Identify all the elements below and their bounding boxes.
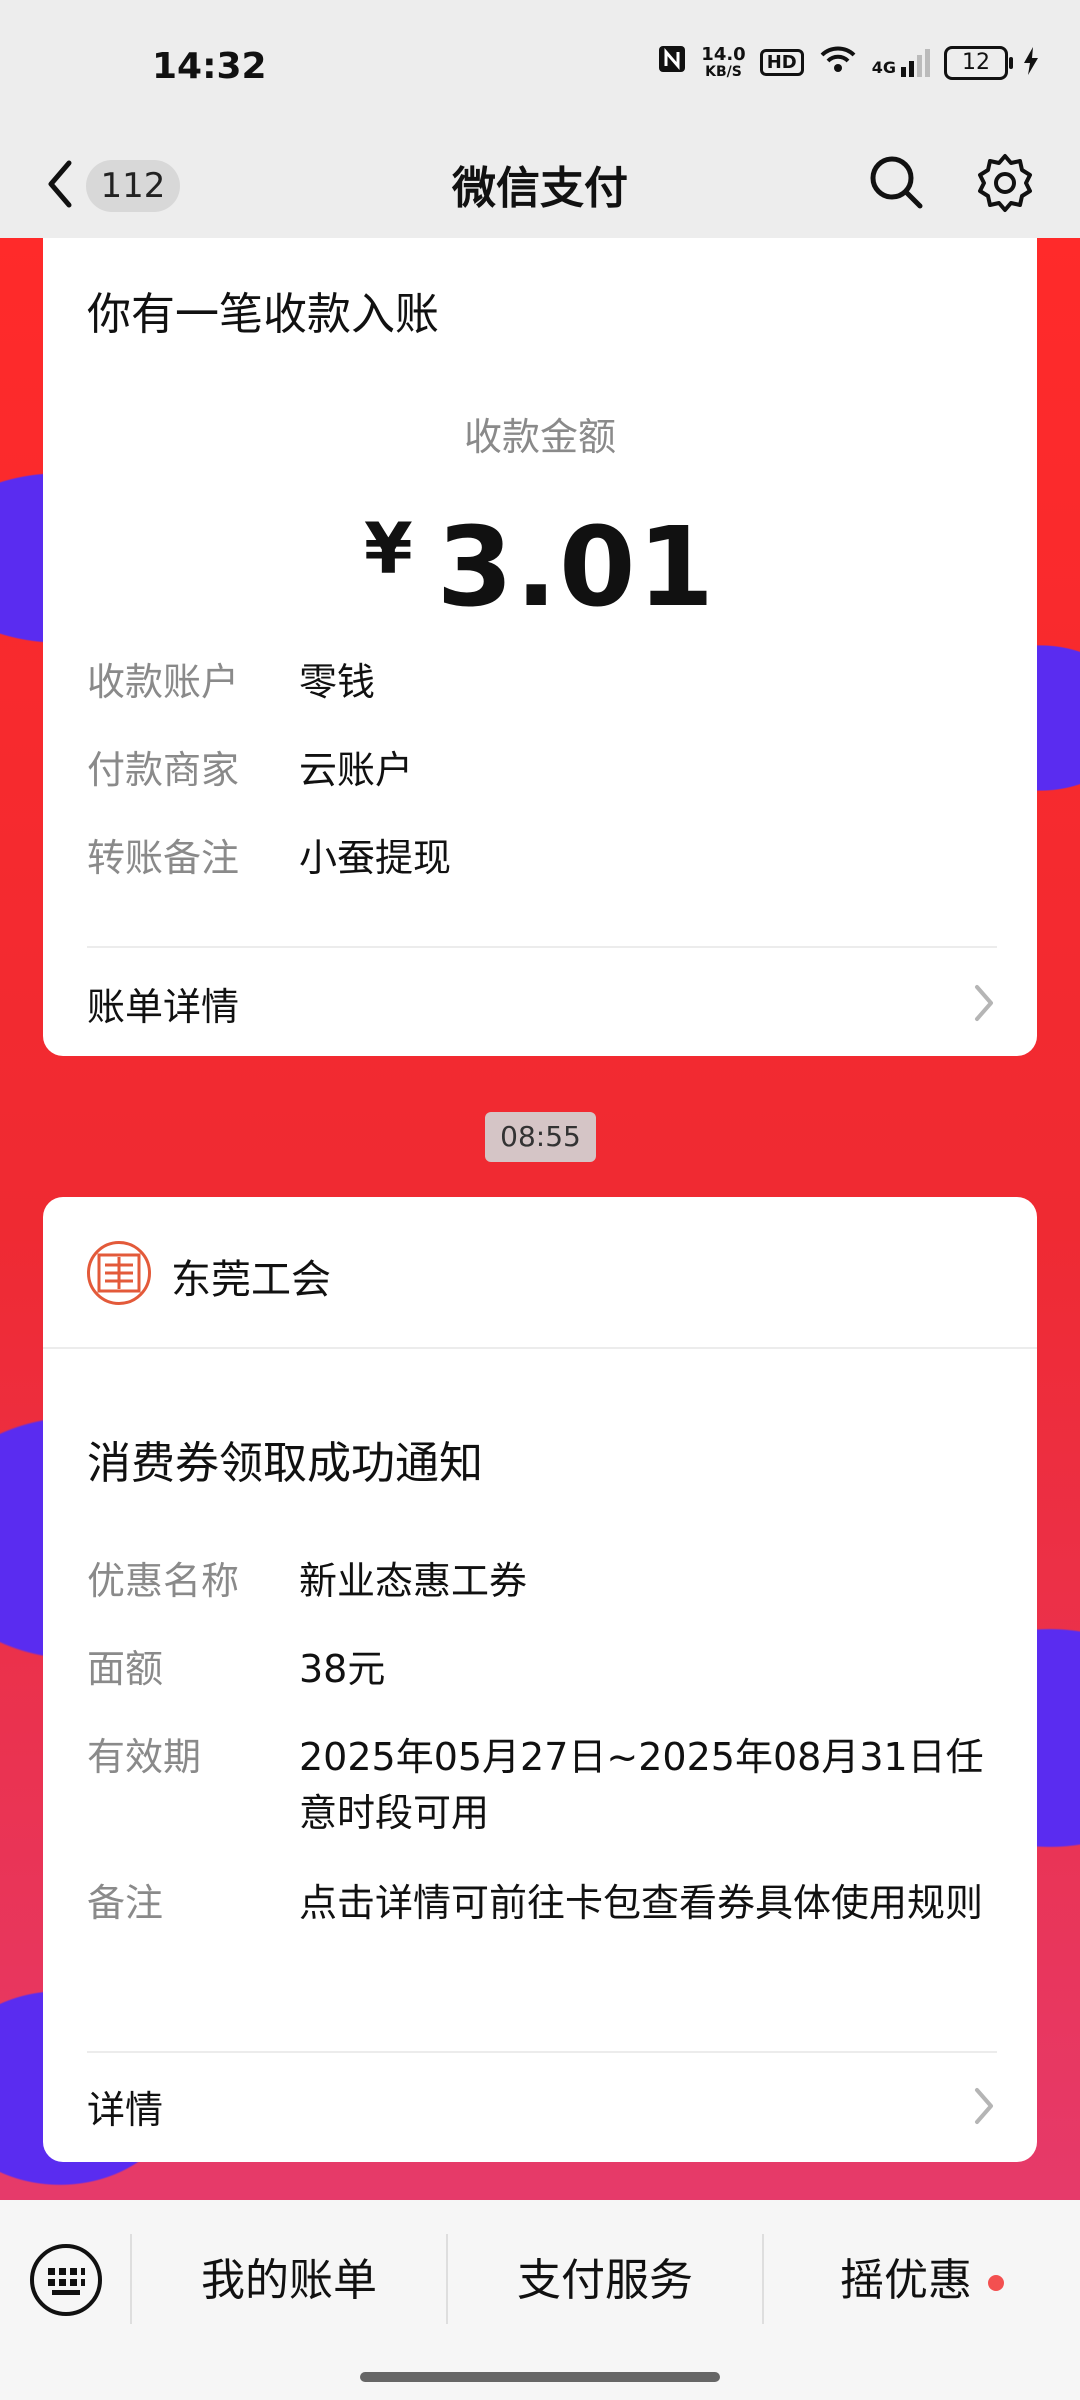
- battery-icon: 12: [944, 45, 1013, 80]
- coupon-notification-card[interactable]: 东莞工会 消费券领取成功通知 优惠名称 新业态惠工券 面额 38元 有效期 20…: [43, 1197, 1037, 2162]
- row-value: 零钱: [299, 660, 376, 704]
- bill-details-link[interactable]: 账单详情: [87, 968, 997, 1038]
- status-icons: 14.0 KB/S HD 4G 12: [657, 44, 1040, 81]
- divider: [87, 2051, 997, 2053]
- menu-payment-services[interactable]: 支付服务: [448, 2246, 762, 2316]
- row-value: 小蚕提现: [299, 836, 452, 880]
- bottom-menu-bar: 我的账单 支付服务 摇优惠: [0, 2200, 1080, 2400]
- row-key: 转账备注: [87, 836, 240, 880]
- payment-received-card[interactable]: 你有一笔收款入账 收款金额 ¥3.01 收款账户 零钱 付款商家 云账户 转账备…: [43, 238, 1037, 1056]
- menu-my-bills[interactable]: 我的账单: [132, 2246, 446, 2316]
- row-key: 面额: [87, 1647, 164, 1691]
- amount-number: 3.01: [436, 503, 717, 631]
- home-indicator[interactable]: [360, 2372, 720, 2382]
- bill-details-label: 账单详情: [87, 984, 240, 1029]
- info-row-account: 收款账户 零钱: [87, 654, 997, 710]
- row-value: 云账户: [299, 748, 414, 792]
- network-speed-unit: KB/S: [705, 63, 742, 80]
- chevron-right-icon: [971, 2086, 997, 2126]
- network-speed-value: 14.0: [701, 43, 746, 65]
- row-key: 备注: [87, 1881, 164, 1925]
- chevron-right-icon: [971, 983, 997, 1023]
- info-row-note: 转账备注 小蚕提现: [87, 830, 997, 886]
- amount-value: ¥3.01: [43, 503, 1037, 631]
- org-name: 东莞工会: [171, 1257, 331, 1303]
- hd-badge: HD: [759, 49, 804, 76]
- divider: [87, 946, 997, 948]
- amount-label: 收款金额: [463, 415, 616, 459]
- org-logo: [87, 1241, 151, 1305]
- status-bar: 14:32 14.0 KB/S HD 4G 12: [0, 0, 1080, 130]
- info-row-remark: 备注 点击详情可前往卡包查看券具体使用规则: [87, 1875, 997, 1931]
- status-time: 14:32: [152, 46, 267, 87]
- notification-dot: [988, 2275, 1004, 2291]
- charging-icon: [1022, 46, 1040, 80]
- row-key: 有效期: [87, 1735, 202, 1779]
- search-icon[interactable]: [866, 152, 926, 212]
- payment-card-heading: 你有一笔收款入账: [87, 289, 439, 340]
- cellular-signal: 4G: [871, 48, 930, 77]
- coupon-details-label: 详情: [87, 2087, 164, 2132]
- row-value: 2025年05月27日~2025年08月31日任意时段可用: [299, 1735, 984, 1835]
- currency-symbol: ¥: [363, 508, 415, 590]
- row-key: 收款账户: [87, 660, 240, 704]
- message-timestamp: 08:55: [485, 1112, 596, 1162]
- nfc-icon: [657, 44, 687, 81]
- keyboard-icon[interactable]: [28, 2242, 104, 2318]
- info-row-face-value: 面额 38元: [87, 1641, 997, 1697]
- row-key: 付款商家: [87, 748, 240, 792]
- network-speed: 14.0 KB/S: [701, 43, 746, 80]
- network-type: 4G: [871, 57, 896, 77]
- row-value: 38元: [299, 1647, 386, 1691]
- row-key: 优惠名称: [87, 1559, 240, 1603]
- org-header[interactable]: 东莞工会: [43, 1197, 1037, 1349]
- info-row-validity: 有效期 2025年05月27日~2025年08月31日任意时段可用: [87, 1729, 997, 1841]
- menu-shake-offers-label: 摇优惠: [840, 2255, 972, 2306]
- info-row-merchant: 付款商家 云账户: [87, 742, 997, 798]
- coupon-card-heading: 消费券领取成功通知: [87, 1438, 483, 1489]
- top-nav-bar: 112 微信支付: [0, 130, 1080, 238]
- gear-icon[interactable]: [974, 152, 1036, 214]
- menu-shake-offers[interactable]: 摇优惠: [764, 2246, 1080, 2316]
- row-value: 点击详情可前往卡包查看券具体使用规则: [299, 1881, 984, 1925]
- wifi-icon: [818, 44, 858, 81]
- info-row-coupon-name: 优惠名称 新业态惠工券: [87, 1553, 997, 1609]
- row-value: 新业态惠工券: [299, 1559, 528, 1603]
- coupon-details-link[interactable]: 详情: [87, 2071, 997, 2141]
